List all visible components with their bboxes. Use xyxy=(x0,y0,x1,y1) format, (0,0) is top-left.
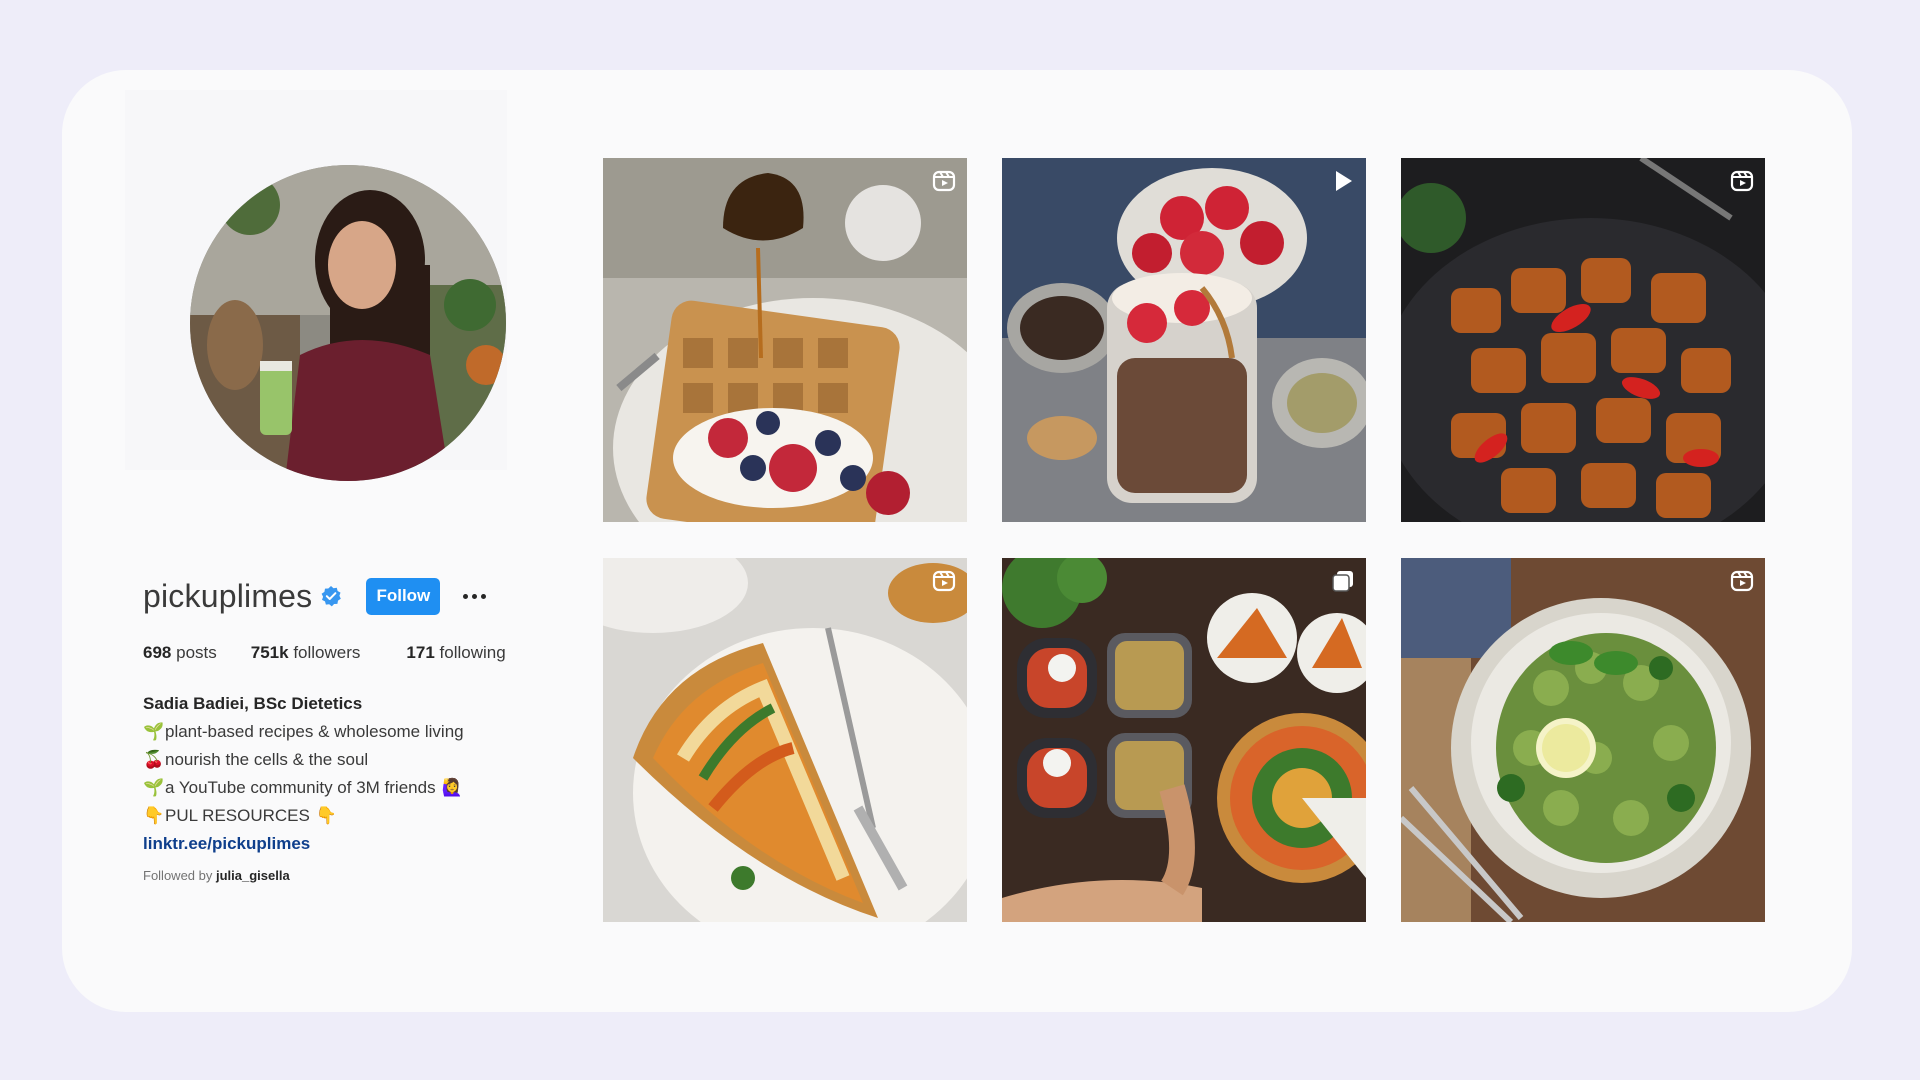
post-tile[interactable] xyxy=(1002,158,1366,522)
avatar-panel xyxy=(125,90,507,481)
bio-line: 🌱 plant-based recipes & wholesome living xyxy=(143,718,464,746)
username: pickuplimes xyxy=(143,577,313,614)
carousel-icon xyxy=(1332,571,1353,592)
bio-line: 🌱 a YouTube community of 3M friends 🙋‍♀️ xyxy=(143,774,464,802)
cherries-icon: 🍒 xyxy=(143,750,165,769)
bio-line-text: a YouTube community of 3M friends xyxy=(165,778,436,797)
followed-by: Followed by julia_gisella xyxy=(143,868,290,883)
followers-label: followers xyxy=(293,643,361,662)
post-tile[interactable] xyxy=(1002,558,1366,922)
reel-icon xyxy=(932,570,956,592)
post-image xyxy=(1002,158,1366,522)
following-label: following xyxy=(439,643,506,662)
bio-line: 👇 PUL RESOURCES 👇 xyxy=(143,802,464,830)
followers-count: 751k xyxy=(250,643,289,662)
reel-icon xyxy=(1730,170,1754,192)
full-name: Sadia Badiei, BSc Dietetics xyxy=(143,694,363,713)
play-icon xyxy=(1336,171,1352,191)
bio-line-text: nourish the cells & the soul xyxy=(165,750,369,769)
followed-by-user[interactable]: julia_gisella xyxy=(216,868,290,883)
post-image xyxy=(1401,558,1765,922)
profile-header: pickuplimes Follow xyxy=(143,572,492,620)
following-count: 171 xyxy=(406,643,435,662)
person-raising-hand-icon: 🙋‍♀️ xyxy=(441,778,463,797)
post-image xyxy=(603,558,967,922)
post-image xyxy=(603,158,967,522)
followed-by-prefix: Followed by xyxy=(143,868,213,883)
post-image xyxy=(1002,558,1366,922)
seedling-icon: 🌱 xyxy=(143,722,165,741)
bio-line-text: PUL RESOURCES xyxy=(165,806,310,825)
bio-line-text: plant-based recipes & wholesome living xyxy=(165,722,464,741)
pointing-down-icon: 👇 xyxy=(315,806,338,825)
profile-stats: 698 posts 751k followers 171 following xyxy=(143,643,540,663)
seedling-icon: 🌱 xyxy=(143,778,165,797)
posts-grid xyxy=(603,158,1765,922)
post-tile[interactable] xyxy=(1401,158,1765,522)
bio: Sadia Badiei, BSc Dietetics 🌱 plant-base… xyxy=(143,690,464,858)
following-stat[interactable]: 171 following xyxy=(406,643,505,663)
more-options-icon[interactable] xyxy=(456,581,492,611)
reel-icon xyxy=(932,170,956,192)
posts-stat[interactable]: 698 posts xyxy=(143,643,217,663)
pointing-down-icon: 👇 xyxy=(143,806,165,825)
post-tile[interactable] xyxy=(603,558,967,922)
post-image xyxy=(1401,158,1765,522)
verified-badge-icon xyxy=(320,585,342,607)
bio-line: 🍒 nourish the cells & the soul xyxy=(143,746,464,774)
post-tile[interactable] xyxy=(603,158,967,522)
follow-button[interactable]: Follow xyxy=(366,577,441,615)
post-tile[interactable] xyxy=(1401,558,1765,922)
posts-label: posts xyxy=(176,643,217,662)
bio-link[interactable]: linktr.ee/pickuplimes xyxy=(143,830,310,858)
reel-icon xyxy=(1730,570,1754,592)
posts-count: 698 xyxy=(143,643,172,662)
avatar[interactable] xyxy=(190,165,506,481)
followers-stat[interactable]: 751k followers xyxy=(251,643,361,663)
